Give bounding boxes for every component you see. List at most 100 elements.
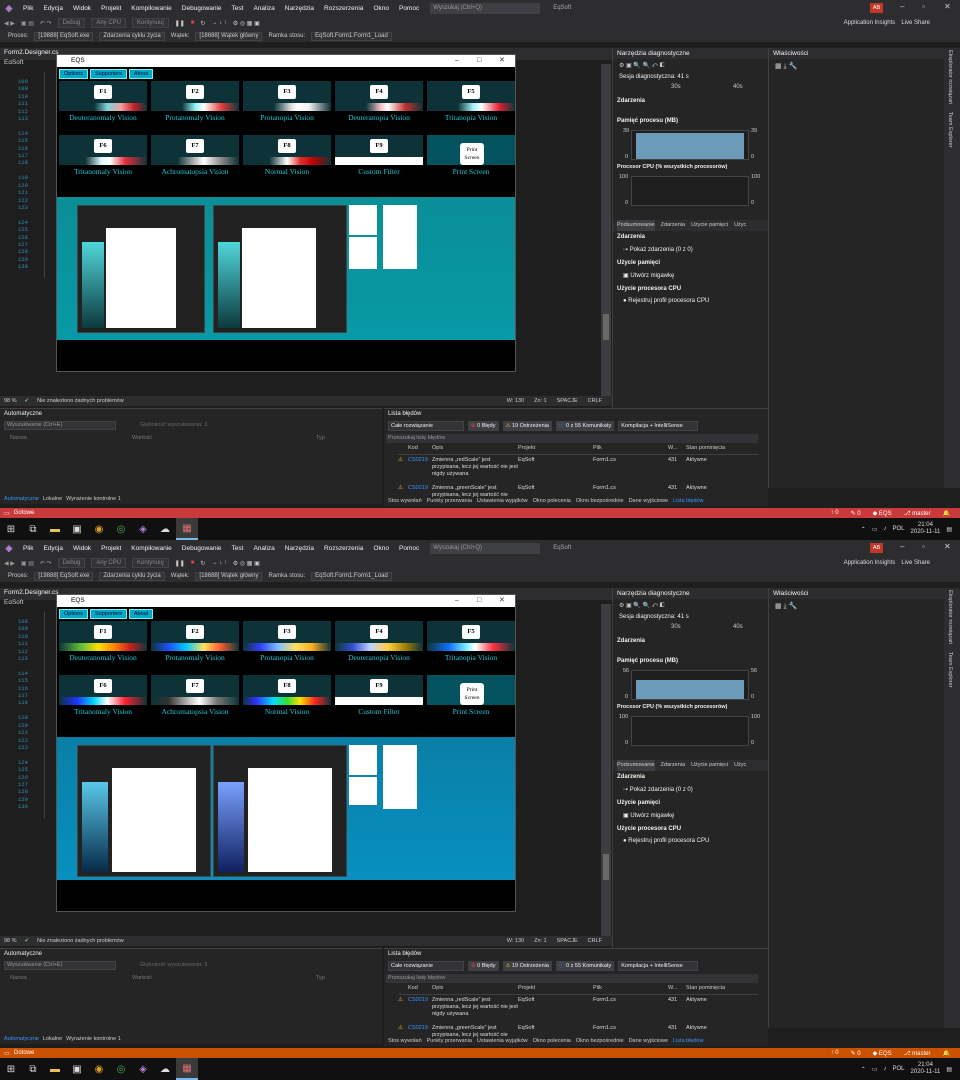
preview-thumbnail[interactable] <box>77 745 211 877</box>
tab-events[interactable]: Zdarzenia <box>661 760 685 771</box>
col-code[interactable]: Kod <box>408 985 432 994</box>
action-center-icon[interactable]: ▤ <box>946 526 952 533</box>
app-insights-button[interactable]: Application Insights <box>844 20 896 26</box>
error-search[interactable]: Przeszukaj listę błędów <box>386 974 758 983</box>
tab-breakpoints[interactable]: Punkty przerwania <box>427 1037 472 1046</box>
filter-tile-6[interactable]: F6 Tritanomaly Vision <box>59 135 147 177</box>
config-dropdown[interactable]: Debug <box>57 18 86 28</box>
language-indicator[interactable]: POL <box>893 526 905 532</box>
filter-key-button[interactable]: F3 <box>278 85 296 99</box>
filter-tile-1[interactable]: F1 Deuteranomaly Vision <box>59 81 147 123</box>
error-code[interactable]: CS0219 <box>408 1025 432 1037</box>
maximize-icon[interactable]: □ <box>477 55 481 67</box>
filter-label[interactable]: Protanopia Vision <box>237 653 337 662</box>
scroll-thumb[interactable] <box>603 854 609 880</box>
filter-key-button[interactable]: F2 <box>186 625 204 639</box>
tab-events[interactable]: Zdarzenia <box>661 220 685 231</box>
diagnostics-toolbar-icons[interactable]: ⚙ ▣ 🔍 🔍 ⤺ ◧ <box>619 62 664 70</box>
errors-filter-button[interactable]: ⊗ 0 Błędy <box>468 961 499 971</box>
tab-exception-settings[interactable]: Ustawienia wyjątków <box>477 1037 528 1046</box>
tab-team-explorer[interactable]: Team Explorer <box>947 112 953 147</box>
filter-key-button[interactable]: F6 <box>94 139 112 153</box>
maximize-icon[interactable]: □ <box>477 595 481 607</box>
filter-key-button[interactable]: F6 <box>94 679 112 693</box>
maximize-icon[interactable]: ▫ <box>922 542 925 551</box>
back-icon[interactable]: ◀ ▶ <box>4 560 15 567</box>
menu-supporters[interactable]: Supporters <box>89 69 127 79</box>
menu-item-plik[interactable]: Plik <box>18 545 38 552</box>
col-value[interactable]: Wartość <box>132 435 152 441</box>
filter-key-button[interactable]: F4 <box>370 85 388 99</box>
close-icon[interactable]: ✕ <box>499 55 505 67</box>
filter-label[interactable]: Protanomaly Vision <box>145 113 245 122</box>
filter-tile-4[interactable]: F4 Deuteranopia Vision <box>335 81 423 123</box>
menu-item-okno[interactable]: Okno <box>368 5 394 12</box>
steam-icon[interactable]: ☁ <box>154 1058 176 1080</box>
menu-item-widok[interactable]: Widok <box>68 5 96 12</box>
menu-item-rozszerzenia[interactable]: Rozszerzenia <box>319 545 368 552</box>
platform-dropdown[interactable]: Any CPU <box>91 558 127 568</box>
tab-output[interactable]: Dane wyjściowe <box>629 1037 668 1046</box>
indent-mode[interactable]: SPACJE <box>557 398 578 404</box>
menu-item-edycja[interactable]: Edycja <box>38 545 68 552</box>
indent-mode[interactable]: SPACJE <box>557 938 578 944</box>
filter-label[interactable]: Print Screen <box>421 167 521 176</box>
menu-about[interactable]: About <box>128 609 154 619</box>
tab-watch1[interactable]: Wyrażenie kontrolne 1 <box>66 1035 121 1044</box>
branch-name[interactable]: ⎇ master <box>904 1050 931 1057</box>
live-share-button[interactable]: Live Share <box>901 560 930 566</box>
col-suppression[interactable]: Stan pominięcia <box>686 445 746 454</box>
start-icon[interactable]: ⊞ <box>0 1058 22 1080</box>
properties-toolbar-icons[interactable]: ▦ ⤓ 🔧 <box>775 62 797 71</box>
tab-immediate-window[interactable]: Okno bezpośrednie <box>576 1037 624 1046</box>
chrome-icon[interactable]: ◉ <box>88 518 110 540</box>
branch-name[interactable]: ⎇ master <box>904 510 931 517</box>
menu-item-narzedzia[interactable]: Narzędzia <box>280 5 319 12</box>
process-dropdown[interactable]: [19888] EqSoft.exe <box>34 571 94 581</box>
lifecycle-dropdown[interactable]: Zdarzenia cyklu życia <box>99 31 165 41</box>
filter-label[interactable]: Tritanomaly Vision <box>53 707 153 716</box>
show-events-link[interactable]: ⇢ Pokaż zdarzenia (0 z 0) <box>623 246 693 253</box>
error-code[interactable]: CS0219 <box>408 457 432 483</box>
preview-thumbnail[interactable] <box>77 205 205 333</box>
eqs-titlebar[interactable]: EQS – □ ✕ <box>57 595 515 607</box>
build-dropdown[interactable]: Kompilacja + IntelliSense <box>618 421 699 431</box>
thread-dropdown[interactable]: [18688] Wątek główny <box>195 571 263 581</box>
menu-options[interactable]: Options <box>59 69 88 79</box>
filter-label[interactable]: Deuteranopia Vision <box>329 653 429 662</box>
menu-item-narzedzia[interactable]: Narzędzia <box>280 545 319 552</box>
media-app-icon[interactable]: ▣ <box>66 1058 88 1080</box>
filter-key-button[interactable]: F1 <box>94 625 112 639</box>
tray-up-icon[interactable]: ⌃ <box>861 1066 866 1073</box>
filter-key-button[interactable]: F9 <box>370 679 388 693</box>
filter-tile-3[interactable]: F3 Protanopia Vision <box>243 621 331 663</box>
tab-error-list[interactable]: Lista błędów <box>673 1037 704 1046</box>
col-description[interactable]: Opis <box>432 985 518 994</box>
filter-tile-8[interactable]: F8 Normal Vision <box>243 675 331 717</box>
snapshot-button[interactable]: ▣ Utwórz migawkę <box>623 272 674 279</box>
filter-key-button[interactable]: F7 <box>186 679 204 693</box>
error-code[interactable]: CS0219 <box>408 485 432 497</box>
save-icon[interactable]: ▣ ▤ <box>21 20 34 27</box>
avatar[interactable]: AB <box>870 3 883 13</box>
filter-tile-9[interactable]: F9 Custom Filter <box>335 135 423 177</box>
start-icon[interactable]: ⊞ <box>0 518 22 540</box>
scope-dropdown[interactable]: Całe rozwiązanie <box>388 961 464 971</box>
filter-label[interactable]: Tritanomaly Vision <box>53 167 153 176</box>
col-line[interactable]: W... <box>668 445 686 454</box>
filter-label[interactable]: Tritanopia Vision <box>421 113 521 122</box>
filter-label[interactable]: Deuteranopia Vision <box>329 113 429 122</box>
filter-label[interactable]: Achromatopsia Vision <box>145 707 245 716</box>
task-view-icon[interactable]: ⧉ <box>22 1058 44 1080</box>
scope-dropdown[interactable]: Całe rozwiązanie <box>388 421 464 431</box>
tab-memory[interactable]: Użycie pamięci <box>691 220 728 231</box>
tab-form2-designer[interactable]: Form2.Designer.cs <box>4 49 59 56</box>
cpu-profile-button[interactable]: ● Rejestruj profil procesora CPU <box>623 838 709 844</box>
tray-up-icon[interactable]: ⌃ <box>861 526 866 533</box>
notifications-icon[interactable]: 🔔 <box>943 510 950 517</box>
filter-key-button[interactable]: F1 <box>94 85 112 99</box>
errors-filter-button[interactable]: ⊗ 0 Błędy <box>468 421 499 431</box>
filter-label[interactable]: Deuteranomaly Vision <box>53 653 153 662</box>
diagnostics-toolbar-icons[interactable]: ⚙ ▣ 🔍 🔍 ⤺ ◧ <box>619 602 664 610</box>
restart-icon[interactable]: ↻ <box>200 560 205 567</box>
